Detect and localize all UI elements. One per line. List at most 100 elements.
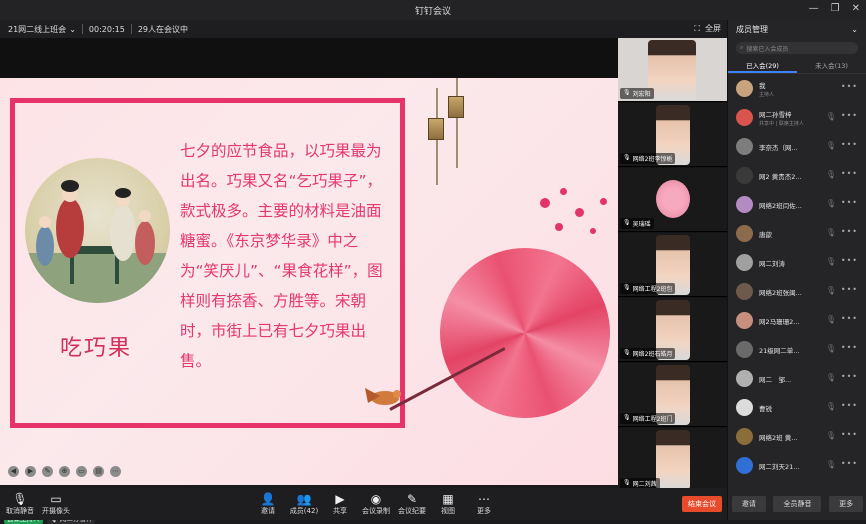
more-icon[interactable]: ••• bbox=[841, 314, 858, 323]
members-button[interactable]: 👥 成员(42) bbox=[284, 492, 324, 516]
video-tile[interactable]: 🎙 吴瑞瑶 bbox=[618, 168, 727, 232]
member-row[interactable]: 网二 邹... 🎙 ••• bbox=[728, 364, 866, 393]
end-meeting-button[interactable]: 结束会议 bbox=[682, 496, 722, 512]
share-icon: ▶ bbox=[335, 492, 345, 506]
video-tile[interactable]: 🎙 刘宏阳 bbox=[618, 38, 727, 102]
member-info: 网二刘天21... bbox=[759, 461, 799, 471]
share-button[interactable]: ▶ 共享 bbox=[320, 492, 360, 516]
mic-muted-icon[interactable]: 🎙 bbox=[826, 141, 836, 150]
pointer-icon[interactable]: ⊕ bbox=[59, 466, 70, 477]
minutes-icon: ✎ bbox=[406, 492, 418, 506]
more-icon[interactable]: ••• bbox=[841, 198, 858, 207]
member-name: 网二刘天21... bbox=[759, 462, 800, 471]
lantern-string bbox=[436, 88, 438, 118]
prev-slide-icon[interactable]: ◀ bbox=[8, 466, 19, 477]
video-tile-name: 🎙 网络工程2班门 bbox=[620, 413, 676, 424]
tab-not-joined[interactable]: 未入会(13) bbox=[797, 58, 866, 73]
avatar bbox=[736, 225, 753, 242]
member-row[interactable]: 网2马珊珊2... 🎙 ••• bbox=[728, 306, 866, 335]
more-icon[interactable]: ••• bbox=[841, 459, 858, 468]
member-row[interactable]: 网2 黄贵杰2... 🎙 ••• bbox=[728, 161, 866, 190]
tab-joined[interactable]: 已入会(29) bbox=[728, 58, 797, 73]
mic-muted-icon[interactable]: 🎙 bbox=[826, 315, 836, 324]
member-search-input[interactable]: ⌕ 搜索已入会成员 bbox=[736, 42, 858, 54]
video-tile[interactable]: 🎙 网络工程2班门 bbox=[618, 363, 727, 427]
mic-muted-icon[interactable]: 🎙 bbox=[826, 228, 836, 237]
member-row[interactable]: 网二刘涛 🎙 ••• bbox=[728, 248, 866, 277]
more-icon[interactable]: ••• bbox=[841, 430, 858, 439]
video-thumbnails[interactable]: 🎙 刘宏阳 🎙 网络2班李惊栀 🎙 吴瑞瑶 🎙 网络工程2班包 🎙 网络2班石皓月 🎙 网络… bbox=[618, 38, 727, 488]
invite-button[interactable]: 邀请 bbox=[731, 496, 766, 512]
subtitle-icon[interactable]: ▤ bbox=[93, 466, 104, 477]
mute-all-button[interactable]: 全员静音 bbox=[773, 496, 822, 512]
video-tile-name: 🎙 网络2班石皓月 bbox=[620, 348, 676, 359]
presentation-slide: 吃巧果 七夕的应节食品，以巧果最为出名。巧果又名“乞巧果子”，款式极多。主要的材… bbox=[0, 78, 618, 485]
members-icon: 👥 bbox=[296, 492, 312, 506]
mic-muted-icon[interactable]: 🎙 bbox=[826, 257, 836, 266]
expand-icon: ⛶ bbox=[694, 23, 700, 33]
more-button[interactable]: ⋯ 更多 bbox=[464, 492, 504, 516]
member-row[interactable]: 网络2班闫佐... 🎙 ••• bbox=[728, 190, 866, 219]
camera-button[interactable]: ▭ 开摄像头 bbox=[36, 492, 76, 516]
pen-icon[interactable]: ✎ bbox=[42, 466, 53, 477]
lantern-tassel bbox=[456, 118, 458, 168]
mic-muted-icon[interactable]: 🎙 bbox=[826, 431, 836, 440]
mic-muted-icon: 🎙 bbox=[12, 492, 28, 506]
member-info: 网2马珊珊2... bbox=[759, 316, 799, 326]
invite-button[interactable]: 👤 邀请 bbox=[248, 492, 288, 516]
member-row[interactable]: 我主持人 ••• bbox=[728, 74, 866, 103]
more-icon[interactable]: ••• bbox=[841, 401, 858, 410]
record-icon: ◉ bbox=[370, 492, 382, 506]
member-row[interactable]: 网络2班张闽... 🎙 ••• bbox=[728, 277, 866, 306]
video-tile[interactable]: 🎙 网络2班李惊栀 bbox=[618, 103, 727, 167]
unmute-label: 取消静音 bbox=[6, 507, 34, 515]
meeting-name[interactable]: 21网二线上班会 bbox=[8, 24, 66, 35]
close-icon[interactable]: ✕ bbox=[852, 3, 860, 14]
slide-body-text: 七夕的应节食品，以巧果最为出名。巧果又名“乞巧果子”，款式极多。主要的材料是油面… bbox=[180, 142, 383, 370]
member-row[interactable]: 网络2班 黄... 🎙 ••• bbox=[728, 422, 866, 451]
more-icon[interactable]: ••• bbox=[841, 285, 858, 294]
more-icon[interactable]: ••• bbox=[841, 256, 858, 265]
window-controls: — ❐ ✕ bbox=[809, 3, 860, 14]
more-icon[interactable]: ••• bbox=[841, 343, 858, 352]
member-row[interactable]: 曹锐 🎙 ••• bbox=[728, 393, 866, 422]
video-tile[interactable]: 🎙 网络2班石皓月 bbox=[618, 298, 727, 362]
chevron-down-icon[interactable]: ⌄ bbox=[69, 25, 76, 34]
more-icon[interactable]: ••• bbox=[841, 140, 858, 149]
chevron-down-icon[interactable]: ⌄ bbox=[851, 25, 858, 34]
more-icon[interactable]: ••• bbox=[841, 227, 858, 236]
mic-icon: 🎙 bbox=[623, 349, 631, 356]
minimize-icon[interactable]: — bbox=[809, 3, 819, 14]
member-row[interactable]: 网二刘天21... 🎙 ••• bbox=[728, 451, 866, 480]
blossom bbox=[555, 223, 563, 231]
mic-muted-icon[interactable]: 🎙 bbox=[826, 170, 836, 179]
record-button[interactable]: ◉ 会议录制 bbox=[356, 492, 396, 516]
mic-muted-icon[interactable]: 🎙 bbox=[826, 460, 836, 469]
more-icon[interactable]: ••• bbox=[841, 82, 858, 91]
video-tile[interactable]: 🎙 网络工程2班包 bbox=[618, 233, 727, 297]
mic-muted-icon[interactable]: 🎙 bbox=[826, 402, 836, 411]
minutes-button[interactable]: ✎ 会议纪要 bbox=[392, 492, 432, 516]
fullscreen-button[interactable]: ⛶ 全屏 bbox=[694, 23, 721, 34]
member-row[interactable]: 唐歆 🎙 ••• bbox=[728, 219, 866, 248]
more-button[interactable]: 更多 bbox=[829, 496, 864, 512]
more-icon[interactable]: ⋯ bbox=[110, 466, 121, 477]
mic-muted-icon[interactable]: 🎙 bbox=[826, 199, 836, 208]
maximize-icon[interactable]: ❐ bbox=[831, 3, 840, 14]
mic-muted-icon[interactable]: 🎙 bbox=[826, 286, 836, 295]
more-icon[interactable]: ••• bbox=[841, 169, 858, 178]
more-icon[interactable]: ••• bbox=[841, 111, 858, 120]
mic-muted-icon[interactable]: 🎙 bbox=[826, 373, 836, 382]
unmute-button[interactable]: 🎙 取消静音 bbox=[0, 492, 40, 516]
member-row[interactable]: 21级网二单... 🎙 ••• bbox=[728, 335, 866, 364]
participant-count: 29人在会议中 bbox=[137, 24, 189, 34]
more-icon[interactable]: ••• bbox=[841, 372, 858, 381]
member-row[interactable]: 李奈杰（网... 🎙 ••• bbox=[728, 132, 866, 161]
view-button[interactable]: ▦ 视图 bbox=[428, 492, 468, 516]
mic-muted-icon[interactable]: 🎙 bbox=[826, 344, 836, 353]
camera-icon[interactable]: ▭ bbox=[76, 466, 87, 477]
video-tile[interactable]: 🎙 网二刘茜 bbox=[618, 428, 727, 488]
mic-muted-icon[interactable]: 🎙 bbox=[826, 112, 836, 121]
member-row[interactable]: 网二孙雪梓 共享中 | 联席主持人 🎙 ••• bbox=[728, 103, 866, 132]
next-slide-icon[interactable]: ▶ bbox=[25, 466, 36, 477]
